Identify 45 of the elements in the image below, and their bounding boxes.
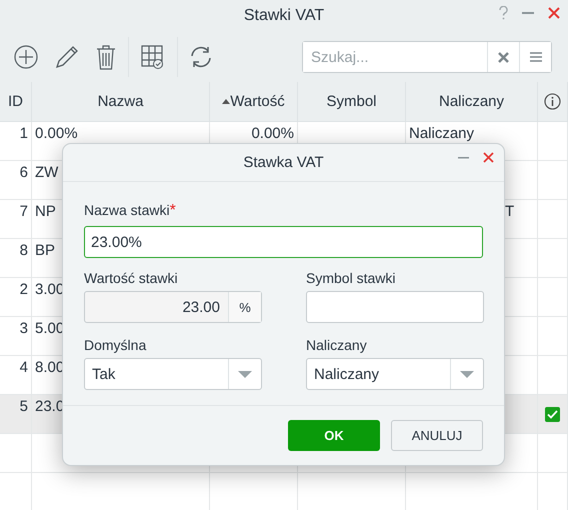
- column-header[interactable]: Nazwa: [32, 82, 210, 122]
- column-header[interactable]: Wartość: [210, 82, 298, 122]
- field-label: Naliczany: [306, 337, 368, 353]
- close-icon[interactable]: [483, 152, 494, 163]
- close-icon[interactable]: [548, 7, 560, 19]
- table-check-icon: [141, 45, 165, 69]
- table-cell: 8: [0, 239, 32, 278]
- window-title: Stawki VAT: [244, 7, 324, 25]
- column-header[interactable]: Naliczany: [406, 82, 538, 122]
- add-icon: [14, 45, 38, 69]
- table-cell: 7: [0, 200, 32, 239]
- table-cell: 4: [0, 356, 32, 395]
- sort-icon: [222, 99, 230, 104]
- help-icon[interactable]: [499, 6, 508, 20]
- column-header[interactable]: ID: [0, 82, 32, 122]
- field-label: Symbol stawki: [306, 270, 396, 286]
- symbol-field[interactable]: [306, 291, 484, 323]
- search-bar[interactable]: Szukaj...: [302, 41, 552, 73]
- table-cell: 5: [0, 395, 32, 434]
- default-dropdown[interactable]: Tak: [84, 358, 262, 390]
- name-field[interactable]: 23.00%: [84, 226, 483, 258]
- info-icon[interactable]: [544, 93, 561, 110]
- pencil-icon: [54, 44, 80, 70]
- table-cell: 3: [0, 317, 32, 356]
- required-mark: *: [170, 202, 176, 220]
- ok-button[interactable]: OK: [288, 420, 380, 451]
- cancel-button[interactable]: ANULUJ: [391, 420, 483, 451]
- caret-icon: [460, 370, 474, 378]
- minimize-icon[interactable]: [458, 156, 469, 158]
- field-label: Nazwa stawki: [84, 202, 170, 218]
- trash-icon: [96, 44, 116, 70]
- clear-icon: [498, 52, 509, 62]
- table-cell: 6: [0, 161, 32, 200]
- unit-label: %: [228, 292, 261, 322]
- table-cell: 2: [0, 278, 32, 317]
- refresh-icon: [190, 46, 212, 68]
- menu-button[interactable]: [519, 42, 551, 72]
- column-header[interactable]: Symbol: [298, 82, 406, 122]
- charged-dropdown[interactable]: Naliczany: [306, 358, 484, 390]
- caret-icon: [238, 370, 252, 378]
- checkbox[interactable]: [545, 407, 560, 422]
- rate-input-group[interactable]: 23.00 %: [84, 291, 262, 323]
- menu-icon: [530, 52, 542, 62]
- table-cell: 1: [0, 122, 32, 161]
- field-label: Domyślna: [84, 337, 148, 353]
